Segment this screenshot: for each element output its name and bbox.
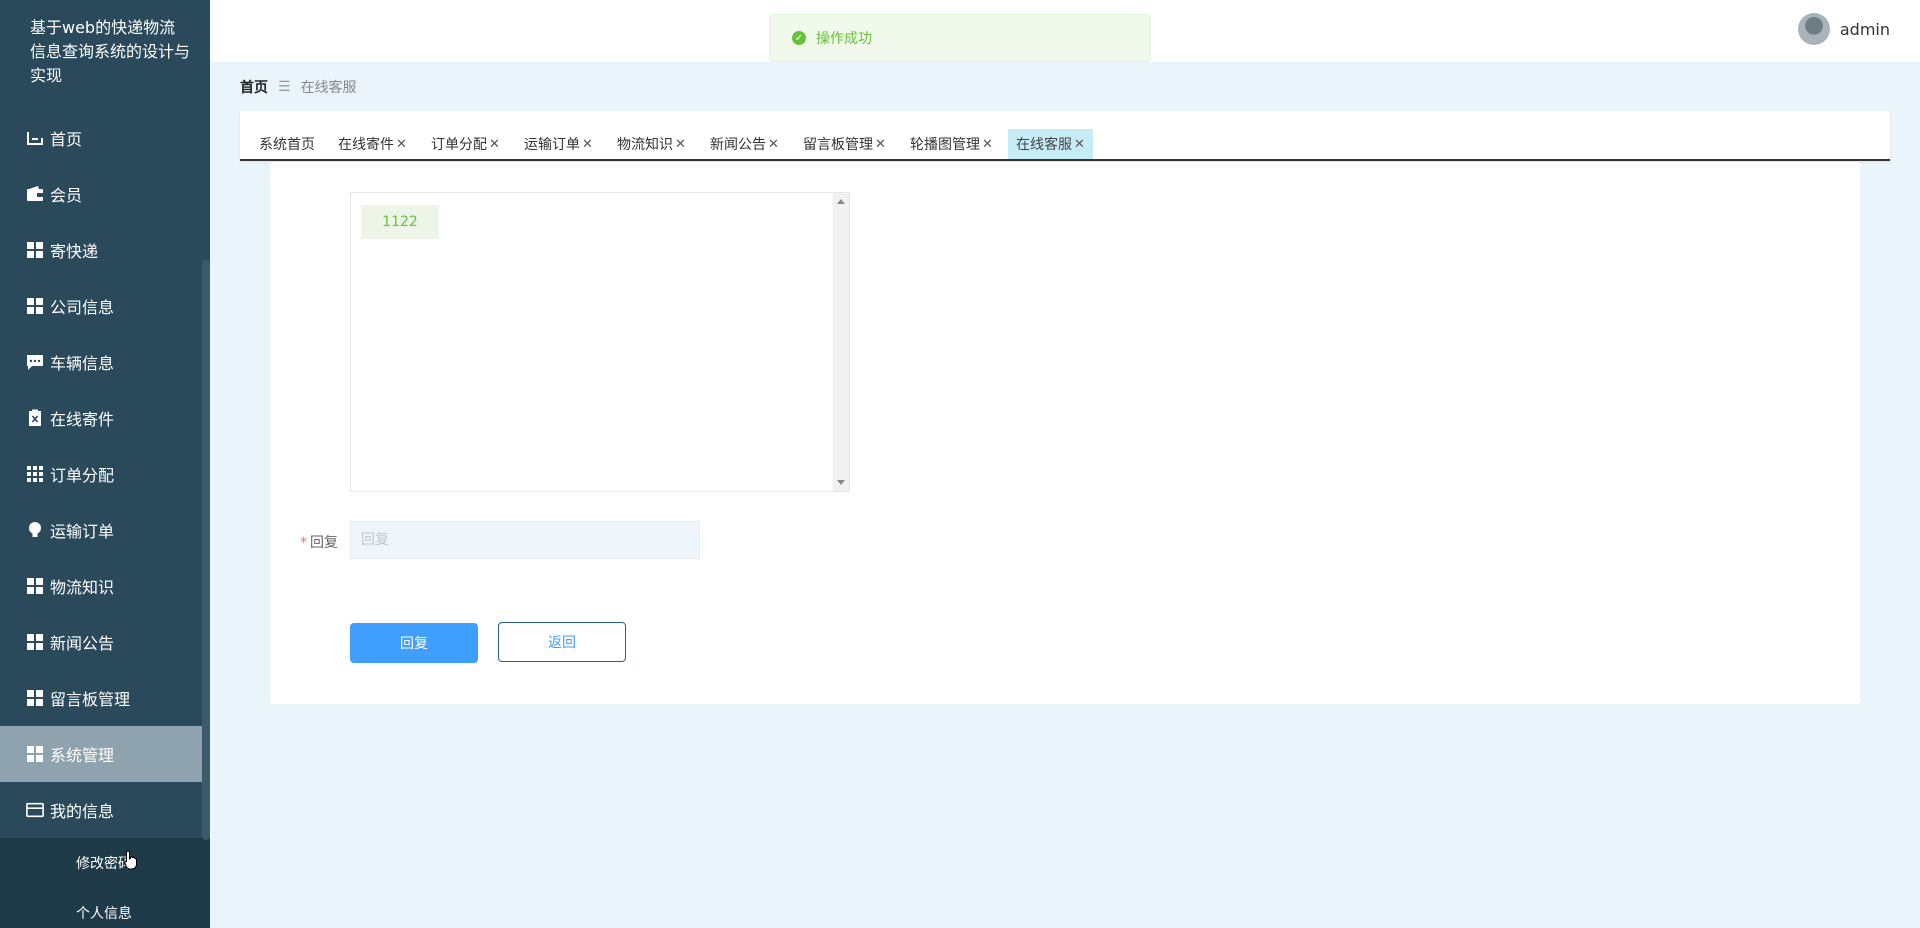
bulb-icon bbox=[26, 521, 44, 539]
sidebar-item-my-info[interactable]: 我的信息 bbox=[0, 782, 210, 838]
sidebar-item-label: 在线寄件 bbox=[50, 410, 115, 429]
tab-label: 在线寄件 bbox=[338, 137, 394, 153]
grid-icon bbox=[26, 577, 44, 595]
tab-label: 新闻公告 bbox=[710, 137, 766, 153]
sidebar-item-label: 物流知识 bbox=[50, 578, 115, 597]
sidebar-item-label: 车辆信息 bbox=[50, 354, 115, 373]
check-circle-icon: ✓ bbox=[792, 31, 806, 45]
tab-logistics-knowledge[interactable]: 物流知识 ✕ bbox=[609, 129, 694, 159]
sidebar-menu: 首页 会员 寄快递 公司信息 车辆信息 在线寄件 订单分配 运输订单 物流知识 … bbox=[0, 110, 210, 928]
breadcrumb-home[interactable]: 首页 bbox=[240, 77, 268, 97]
grid-icon bbox=[26, 745, 44, 763]
tab-system-home[interactable]: 系统首页 bbox=[251, 129, 323, 159]
chat-scrollbar[interactable] bbox=[833, 193, 849, 491]
tab-label: 轮播图管理 bbox=[910, 137, 980, 153]
reply-button[interactable]: 回复 bbox=[350, 623, 478, 663]
tab-transport-order[interactable]: 运输订单 ✕ bbox=[516, 129, 601, 159]
tab-label: 订单分配 bbox=[431, 137, 487, 153]
tab-online-send[interactable]: 在线寄件 ✕ bbox=[330, 129, 415, 159]
tab-label: 留言板管理 bbox=[803, 137, 873, 153]
tab-label: 系统首页 bbox=[259, 137, 315, 153]
sidebar-item-transport-order[interactable]: 运输订单 bbox=[0, 502, 210, 558]
hand-cursor-icon bbox=[124, 850, 137, 870]
scroll-up-icon[interactable] bbox=[837, 199, 845, 204]
breadcrumb-current: 在线客服 bbox=[300, 80, 357, 96]
sidebar-scrollbar[interactable] bbox=[202, 260, 210, 840]
chat-window: 1122 bbox=[350, 192, 850, 492]
sidebar-item-message-board[interactable]: 留言板管理 bbox=[0, 670, 210, 726]
close-icon[interactable]: ✕ bbox=[582, 137, 593, 152]
close-icon[interactable]: ✕ bbox=[875, 137, 886, 152]
chat-icon bbox=[26, 353, 44, 371]
reply-label-text: 回复 bbox=[310, 535, 338, 551]
grid-icon bbox=[26, 241, 44, 259]
tab-message-board[interactable]: 留言板管理 ✕ bbox=[795, 129, 894, 159]
sidebar-submenu: 修改密码 个人信息 bbox=[0, 838, 210, 928]
wallet-icon bbox=[26, 185, 44, 203]
reply-input[interactable] bbox=[350, 521, 700, 559]
tab-bar: 系统首页 在线寄件 ✕ 订单分配 ✕ 运输订单 ✕ 物流知识 ✕ 新闻公告 ✕ 留言板管理… bbox=[240, 111, 1890, 161]
scroll-down-icon[interactable] bbox=[837, 480, 845, 485]
sidebar-item-order-assign[interactable]: 订单分配 bbox=[0, 446, 210, 502]
sidebar-item-label: 首页 bbox=[50, 130, 83, 149]
toast-message: 操作成功 bbox=[816, 31, 872, 47]
sidebar-item-home[interactable]: 首页 bbox=[0, 110, 210, 166]
user-name[interactable]: admin bbox=[1840, 20, 1890, 39]
close-icon[interactable]: ✕ bbox=[675, 137, 686, 152]
sidebar-subitem-change-password[interactable]: 修改密码 bbox=[0, 838, 210, 888]
sidebar-subitem-personal-info[interactable]: 个人信息 bbox=[0, 888, 210, 928]
avatar[interactable] bbox=[1797, 13, 1830, 45]
breadcrumb: 首页 ☰ 在线客服 bbox=[240, 77, 357, 97]
tab-order-assign[interactable]: 订单分配 ✕ bbox=[423, 129, 508, 159]
sidebar-item-label: 公司信息 bbox=[50, 298, 115, 317]
back-button[interactable]: 返回 bbox=[498, 622, 626, 662]
user-menu[interactable]: admin bbox=[1797, 13, 1890, 45]
menu-separator-icon: ☰ bbox=[278, 79, 291, 95]
sidebar-item-news[interactable]: 新闻公告 bbox=[0, 614, 210, 670]
app-title: 基于web的快递物流信息查询系统的设计与实现 bbox=[30, 18, 191, 85]
tab-carousel[interactable]: 轮播图管理 ✕ bbox=[902, 129, 1001, 159]
clipboard-icon bbox=[26, 409, 44, 427]
tab-label: 在线客服 bbox=[1016, 137, 1072, 153]
sidebar-item-logistics-knowledge[interactable]: 物流知识 bbox=[0, 558, 210, 614]
sidebar-item-label: 会员 bbox=[50, 186, 83, 205]
sidebar-item-label: 系统管理 bbox=[50, 746, 115, 765]
close-icon[interactable]: ✕ bbox=[1074, 137, 1085, 152]
tab-label: 物流知识 bbox=[617, 137, 673, 153]
tab-news[interactable]: 新闻公告 ✕ bbox=[702, 129, 787, 159]
grid9-icon bbox=[26, 465, 44, 483]
grid-icon bbox=[26, 297, 44, 315]
close-icon[interactable]: ✕ bbox=[489, 137, 500, 152]
sidebar-item-member[interactable]: 会员 bbox=[0, 166, 210, 222]
tab-online-service[interactable]: 在线客服 ✕ bbox=[1008, 129, 1093, 159]
close-icon[interactable]: ✕ bbox=[768, 137, 779, 152]
sidebar-item-label: 我的信息 bbox=[50, 802, 115, 821]
sidebar-item-label: 订单分配 bbox=[50, 466, 115, 485]
home-icon bbox=[26, 129, 44, 147]
success-toast: ✓ 操作成功 bbox=[769, 14, 1151, 62]
grid-icon bbox=[26, 633, 44, 651]
card-icon bbox=[26, 801, 44, 819]
sidebar: 基于web的快递物流信息查询系统的设计与实现 首页 会员 寄快递 公司信息 车辆… bbox=[0, 0, 210, 928]
sidebar-item-vehicle-info[interactable]: 车辆信息 bbox=[0, 334, 210, 390]
chat-message: 1122 bbox=[361, 205, 439, 239]
sidebar-item-online-send[interactable]: 在线寄件 bbox=[0, 390, 210, 446]
grid-icon bbox=[26, 689, 44, 707]
sidebar-item-label: 寄快递 bbox=[50, 242, 99, 261]
sidebar-item-system-manage[interactable]: 系统管理 bbox=[0, 726, 210, 782]
sidebar-item-label: 运输订单 bbox=[50, 522, 115, 541]
sidebar-item-send-express[interactable]: 寄快递 bbox=[0, 222, 210, 278]
sidebar-item-company-info[interactable]: 公司信息 bbox=[0, 278, 210, 334]
close-icon[interactable]: ✕ bbox=[982, 137, 993, 152]
sidebar-item-label: 留言板管理 bbox=[50, 690, 131, 709]
reply-label: * 回复 bbox=[300, 532, 338, 552]
sidebar-item-label: 新闻公告 bbox=[50, 634, 115, 653]
tab-label: 运输订单 bbox=[524, 137, 580, 153]
close-icon[interactable]: ✕ bbox=[396, 137, 407, 152]
required-marker: * bbox=[300, 535, 307, 551]
